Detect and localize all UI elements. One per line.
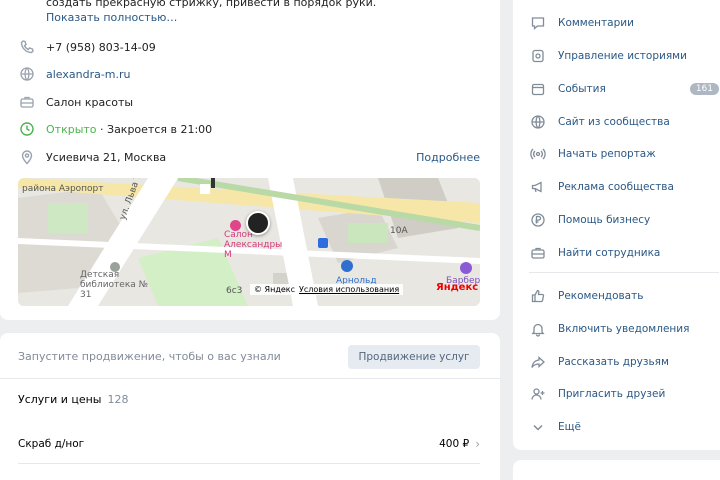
library-marker-icon[interactable] [110,262,120,272]
events-count-badge: 161 [689,83,719,95]
service-price: 400 ₽ [439,438,470,450]
website-link[interactable]: alexandra-m.ru [46,68,131,81]
chevron-down-icon [529,418,547,436]
menu-label-site: Сайт из сообщества [558,116,670,128]
globe-icon [18,65,36,83]
menu-label-more: Ещё [558,421,581,433]
category-text: Салон красоты [46,95,134,109]
comment-icon [529,14,547,32]
broadcast-icon [529,145,547,163]
location-map[interactable]: района Аэропорт ул. Льва Толстого Салон … [18,178,480,306]
hours-row[interactable]: Открыто · Закроется в 21:00 [18,119,480,139]
menu-action-more[interactable]: Ещё [529,416,719,438]
bell-icon [529,320,547,338]
map-label-building-10a: 10А [390,226,408,236]
briefcase-icon [18,93,36,111]
menu-action-invite[interactable]: Пригласить друзей [529,383,719,405]
hours-status: Открыто · Закроется в 21:00 [46,123,212,136]
menu-label-comments: Комментарии [558,17,634,29]
service-name: Скраб д/ног [18,438,85,450]
menu-item-events[interactable]: События 161 [529,78,719,100]
briefcase-icon [529,244,547,262]
menu-action-notifications[interactable]: Включить уведомления [529,318,719,340]
thumbs-up-icon [529,287,547,305]
metro-marker-icon[interactable] [318,238,328,248]
menu-item-site[interactable]: Сайт из сообщества [529,111,719,133]
menu-label-recommend: Рекомендовать [558,290,644,302]
menu-item-comments[interactable]: Комментарии [529,12,719,34]
menu-action-share[interactable]: Рассказать друзьям [529,351,719,373]
chevron-right-icon: › [475,437,480,451]
description-text: создать прекрасную стрижку, привести в п… [46,0,377,9]
events-icon [529,80,547,98]
promo-divider [0,378,500,379]
phone-icon [18,38,36,56]
service-item[interactable]: Скраб д/ног 400 ₽ › [18,437,480,451]
menu-label-events: События [558,83,606,95]
promote-services-button[interactable]: Продвижение услуг [348,345,480,369]
service-divider [18,463,480,464]
community-actions-menu: Комментарии Управление историями События… [513,0,720,450]
map-label-building-6s3: 6с3 [226,286,243,296]
add-user-icon [529,385,547,403]
category-row: Салон красоты [18,92,480,112]
services-title: Услуги и цены [18,393,102,406]
share-icon [529,353,547,371]
community-map-pin[interactable] [246,211,270,235]
show-more-link[interactable]: Показать полностью… [46,11,177,24]
arnold-marker-icon[interactable] [341,260,353,272]
menu-item-find-employee[interactable]: Найти сотрудника [529,242,719,264]
menu-item-ads[interactable]: Реклама сообщества [529,176,719,198]
barber-marker-icon[interactable] [460,262,472,274]
open-status: Открыто [46,122,97,136]
globe-icon [529,113,547,131]
phone-number[interactable]: +7 (958) 803-14-09 [46,41,156,54]
promo-services-card: Запустите продвижение, чтобы о вас узнал… [0,333,500,480]
ruble-icon [529,211,547,229]
clock-icon [18,120,36,138]
details-link[interactable]: Подробнее [416,151,480,164]
menu-label-broadcast: Начать репортаж [558,148,656,160]
menu-divider [529,272,719,273]
menu-label-ads: Реклама сообщества [558,181,674,193]
location-pin-icon [18,148,36,166]
map-label-district: района Аэропорт [22,184,104,194]
menu-item-broadcast[interactable]: Начать репортаж [529,143,719,165]
menu-item-business-help[interactable]: Помощь бизнесу [529,209,719,231]
community-info-card: создать прекрасную стрижку, привести в п… [0,0,500,320]
map-copyright: © Яндекс [254,285,296,294]
promo-text: Запустите продвижение, чтобы о вас узнал… [18,350,281,363]
menu-label-stories: Управление историями [558,50,687,62]
map-terms-link[interactable]: Условия использования [299,285,399,294]
map-label-library: Детская библиотека № 31 [80,270,149,300]
address-row[interactable]: Усиевича 21, Москва Подробнее [18,147,480,167]
phone-row[interactable]: +7 (958) 803-14-09 [18,37,480,57]
address-text: Усиевича 21, Москва [46,150,167,164]
menu-label-find-employee: Найти сотрудника [558,247,661,259]
menu-label-share: Рассказать друзьям [558,356,669,368]
close-time: Закроется в 21:00 [107,122,213,136]
stories-icon [529,47,547,65]
yandex-logo: Яндекс [436,282,479,293]
status-separator: · [96,122,108,136]
menu-label-business-help: Помощь бизнесу [558,214,651,226]
services-header[interactable]: Услуги и цены 128 [18,393,129,406]
next-section-card [513,460,720,480]
website-row[interactable]: alexandra-m.ru [18,64,480,84]
map-attribution: © Яндекс Условия использования [250,284,404,295]
menu-label-invite: Пригласить друзей [558,388,666,400]
salon-marker-icon[interactable] [230,220,241,231]
menu-action-recommend[interactable]: Рекомендовать [529,285,719,307]
menu-label-notifications: Включить уведомления [558,323,690,335]
menu-item-stories[interactable]: Управление историями [529,45,719,67]
services-count: 128 [107,393,129,406]
megaphone-icon [529,178,547,196]
